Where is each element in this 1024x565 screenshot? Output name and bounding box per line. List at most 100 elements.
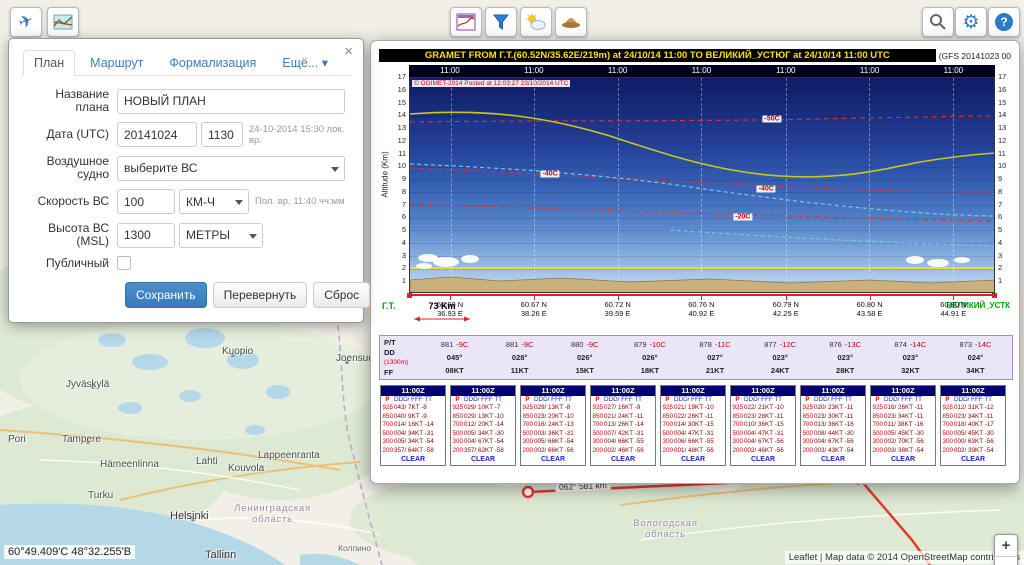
reverse-button[interactable]: Перевернуть — [213, 282, 308, 308]
isotherm-label: -20C — [733, 214, 752, 221]
date-input[interactable] — [117, 122, 197, 147]
y-tick: 9 — [998, 175, 1002, 183]
flight-levels-table: P/T DD (1300m) FF 881-9C881-9C880-9C879-… — [379, 335, 1013, 380]
time-label: 11:00 — [608, 66, 627, 75]
y-tick: 4 — [998, 239, 1002, 247]
y-tick: 13 — [398, 124, 406, 132]
y-tick: 2 — [402, 264, 406, 272]
reset-button[interactable]: Сброс — [313, 282, 370, 308]
gramet-model-info: (GFS 20141023 00 — [936, 51, 1011, 61]
zoom-out-button[interactable]: − — [995, 557, 1017, 565]
chevron-down-icon — [235, 200, 243, 205]
pilot-hat-icon — [561, 14, 581, 30]
save-button[interactable]: Сохранить — [125, 282, 207, 308]
aircraft-select-value: выберите ВС — [124, 161, 197, 175]
y-tick: 3 — [402, 252, 406, 260]
weather-button[interactable] — [520, 7, 552, 37]
weather-sun-cloud-icon — [525, 13, 547, 31]
time-label: 11:00 — [692, 66, 711, 75]
waypoint-coordinates: 60.80 N43.58 E — [856, 300, 882, 318]
search-button[interactable] — [922, 7, 954, 37]
time-label: 11:00 — [440, 66, 459, 75]
y-tick: 14 — [998, 111, 1006, 119]
flight-plan-panel: × ПланМаршрутФормализацияЕщё... ▾ Назван… — [8, 38, 364, 323]
help-button[interactable]: ? — [988, 7, 1020, 37]
local-time-note: 24-10-2014 15:30 лок. вр. — [249, 124, 351, 146]
plan-tab-1[interactable]: Маршрут — [79, 50, 154, 76]
plan-tab-2[interactable]: Формализация — [158, 50, 267, 76]
plan-tab-3[interactable]: Ещё... ▾ — [271, 49, 339, 76]
filter-funnel-icon — [491, 13, 511, 31]
time-label: 11:00 — [860, 66, 879, 75]
y-tick: 7 — [998, 201, 1002, 209]
waypoint-coordinates: 60.79 N42.25 E — [773, 300, 799, 318]
speed-input[interactable] — [117, 189, 175, 214]
map-label: Helsinki — [170, 510, 209, 522]
waypoint-coordinates: 60.67 N38.26 E — [521, 300, 547, 318]
y-tick: 10 — [398, 162, 406, 170]
altitude-input[interactable] — [117, 223, 175, 248]
altitude-unit-select[interactable]: МЕТРЫ — [179, 223, 263, 248]
map-label: Pori — [8, 434, 26, 445]
aircraft-select[interactable]: выберите ВС — [117, 156, 345, 181]
route-plane-button[interactable]: ✈ — [10, 7, 42, 37]
public-checkbox[interactable] — [117, 256, 131, 270]
y-tick: 11 — [398, 150, 406, 158]
map-label: Вологодская область — [618, 518, 713, 540]
gear-icon: ⚙ — [962, 13, 979, 32]
y-axis-title: Altitude (Km) — [381, 151, 390, 197]
gramet-button[interactable] — [450, 7, 482, 37]
station-box-3: 11:00ZPDDD/ FFF TT925027/ 16KT -9850021/… — [590, 385, 656, 466]
map-label: Tampere — [62, 434, 101, 445]
y-tick: 11 — [998, 150, 1006, 158]
time-label: 11:00 — [776, 66, 795, 75]
x-axis: Г.Т. ВЕЛИКИЙ_УСТК 73 Km 60.60 N36.93 E60… — [409, 293, 995, 333]
speed-unit-select[interactable]: КМ-Ч — [179, 189, 249, 214]
date-label: Дата (UTC) — [21, 128, 117, 141]
close-icon[interactable]: × — [344, 43, 353, 60]
plan-tab-0[interactable]: План — [23, 50, 75, 76]
station-box-1: 11:00ZPDDD/ FFF TT925029/ 10KT -7850029/… — [450, 385, 516, 466]
settings-button[interactable]: ⚙ — [955, 7, 987, 37]
route-profile-button[interactable] — [47, 7, 79, 37]
map-label: Kuopio — [222, 346, 253, 357]
ff-row-label: FF — [384, 368, 422, 377]
y-tick: 15 — [998, 99, 1006, 107]
y-tick: 13 — [998, 124, 1006, 132]
y-tick: 8 — [402, 188, 406, 196]
gramet-chart-icon — [456, 13, 476, 31]
y-tick: 9 — [402, 175, 406, 183]
map-label: Kouvola — [228, 463, 264, 474]
y-tick: 2 — [998, 264, 1002, 272]
station-box-7: 11:00ZPDDD/ FFF TT925016/ 26KT -11850023… — [870, 385, 936, 466]
time-input[interactable] — [201, 122, 243, 147]
waypoint-coordinates: 60.76 N40.92 E — [688, 300, 714, 318]
dd-row: 045°028°026°026°027°023°023°023°024° — [422, 351, 1008, 364]
pt-row-label: P/T — [384, 338, 422, 347]
station-box-5: 11:00ZPDDD/ FFF TT925022/ 21KT -10850023… — [730, 385, 796, 466]
gramet-plot: © OGIMET-2014 Posted at 12:03:27 23/10/2… — [409, 77, 995, 293]
search-icon — [928, 12, 948, 32]
station-box-2: 11:00ZPDDD/ FFF TT925029/ 13KT -8850023/… — [520, 385, 586, 466]
map-label: Joensuu — [336, 353, 374, 364]
isotherm-label: -50C — [762, 115, 781, 122]
station-box-8: 11:00ZPDDD/ FFF TT925012/ 31KT -12850023… — [940, 385, 1006, 466]
station-box-4: 11:00ZPDDD/ FFF TT925021/ 19KT -10850022… — [660, 385, 726, 466]
y-axis-right: 1716151413121110987654321 — [995, 65, 1013, 333]
map-label: Колпино — [338, 543, 371, 553]
pilot-hat-button[interactable] — [555, 7, 587, 37]
plan-name-input[interactable] — [117, 89, 345, 114]
y-tick: 14 — [398, 111, 406, 119]
y-tick: 5 — [998, 226, 1002, 234]
filter-button[interactable] — [485, 7, 517, 37]
map-label: Jyväskylä — [66, 379, 109, 390]
table-row-labels: P/T DD (1300m) FF — [384, 338, 422, 377]
pt-row: 881-9C881-9C880-9C879-10C878-11C877-12C8… — [422, 338, 1008, 351]
zoom-in-button[interactable]: + — [995, 535, 1017, 557]
zoom-control: + − — [994, 534, 1018, 565]
waypoint-coordinates: 60.80 N44.91 E — [940, 300, 966, 318]
map-label: Ленинградская область — [225, 503, 320, 525]
route-profile-icon — [53, 13, 73, 31]
y-tick: 4 — [402, 239, 406, 247]
times-strip: 11:0011:0011:0011:0011:0011:0011:00 — [409, 65, 995, 77]
